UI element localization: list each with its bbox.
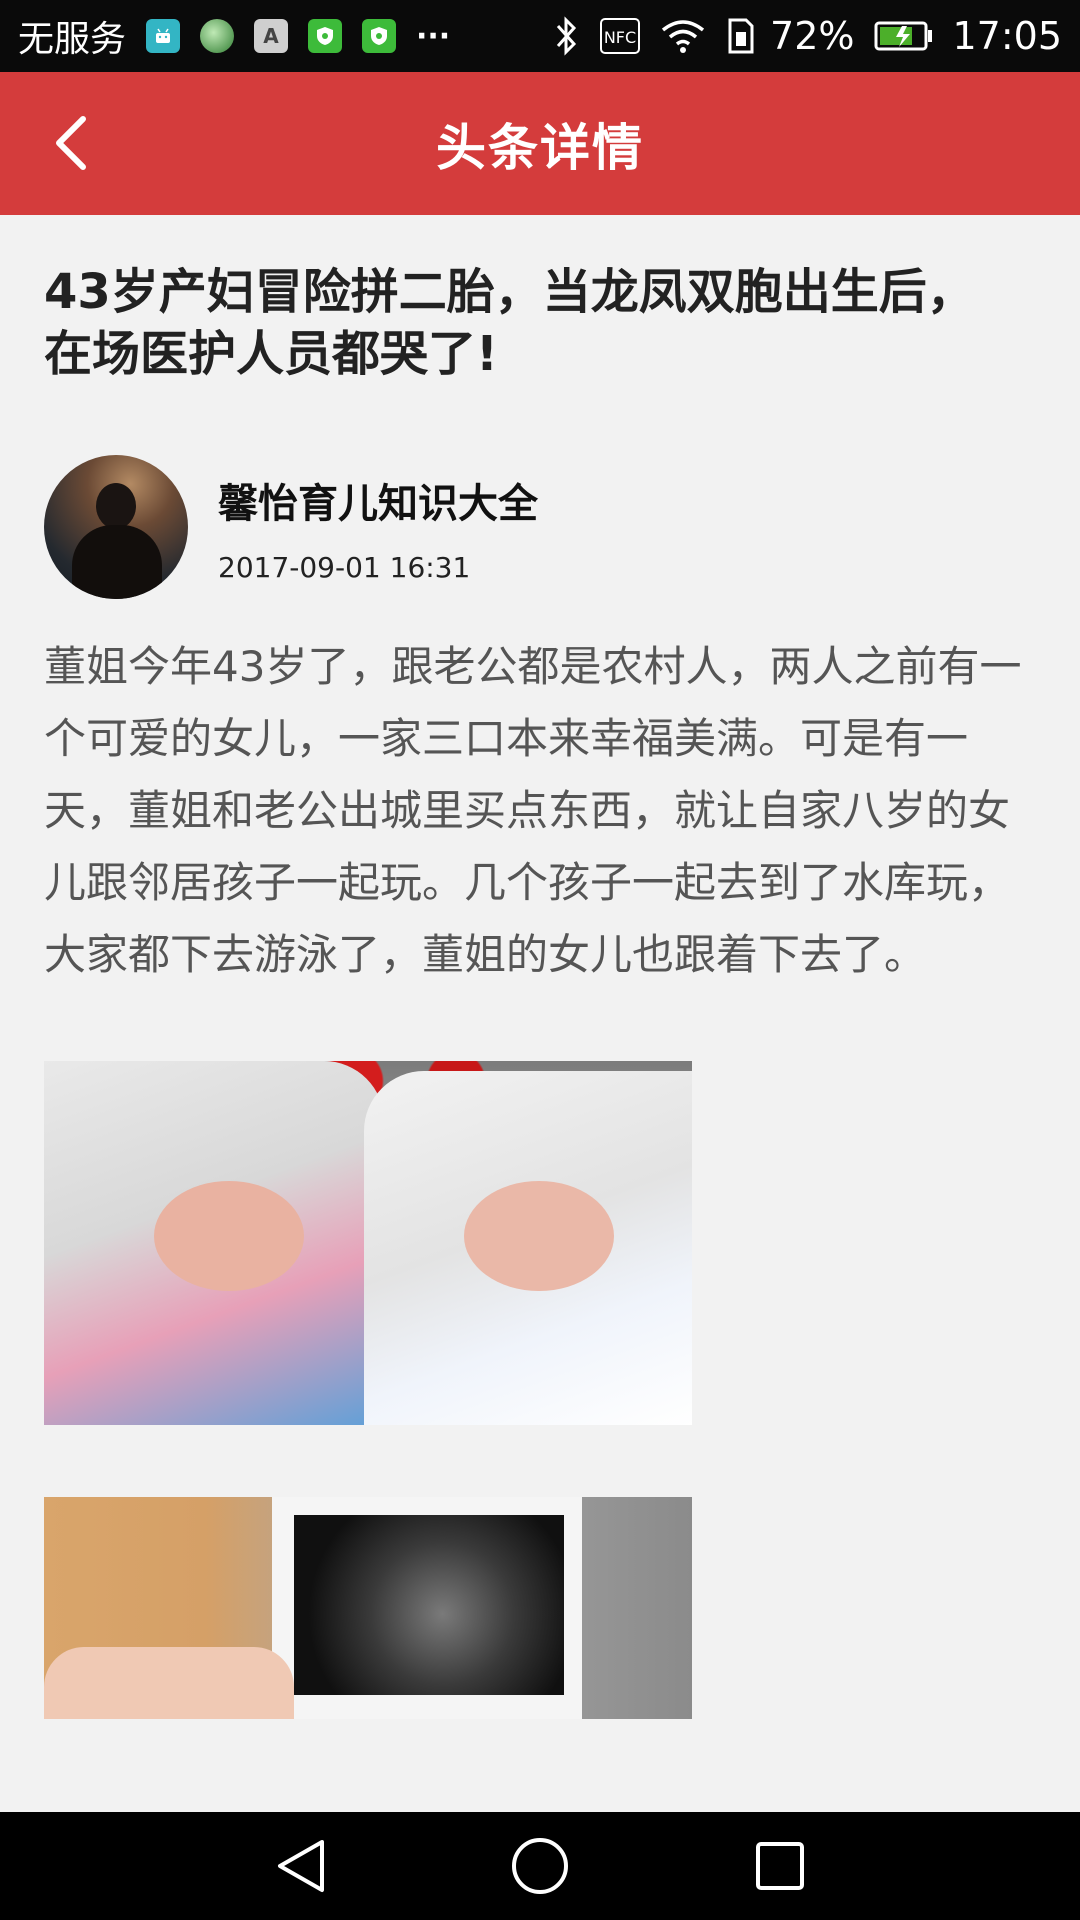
author-name[interactable]: 馨怡育儿知识大全 <box>218 471 538 529</box>
status-right: NFC 72% 17:05 <box>534 14 1062 58</box>
app-header: 头条详情 <box>0 72 1080 215</box>
nav-recents-button[interactable] <box>720 1812 840 1920</box>
article-body: 董姐今年43岁了，跟老公都是农村人，两人之前有一个可爱的女儿，一家三口本来幸福美… <box>44 642 1022 979</box>
android-icon <box>146 19 181 53</box>
shield-icon <box>308 19 343 53</box>
sim-icon <box>726 16 756 56</box>
article-image-twins[interactable] <box>44 1061 692 1425</box>
avatar-body-shape <box>72 525 162 599</box>
nav-back-button[interactable] <box>240 1812 360 1920</box>
shield-icon <box>362 19 397 53</box>
globe-icon <box>200 19 235 53</box>
article-title: 43岁产妇冒险拼二胎，当龙凤双胞出生后，在场医护人员都哭了! <box>44 264 975 382</box>
status-left: 无服务 A ··· <box>18 10 470 62</box>
nav-home-button[interactable] <box>480 1812 600 1920</box>
publish-time: 2017-09-01 16:31 <box>218 550 471 584</box>
image-detail-hand <box>44 1647 294 1719</box>
article-content[interactable]: 43岁产妇冒险拼二胎，当龙凤双胞出生后，在场医护人员都哭了! 馨怡育儿知识大全 … <box>0 215 1080 1812</box>
author-row[interactable]: 馨怡育儿知识大全 2017-09-01 16:31 <box>44 455 1036 599</box>
carrier-label: 无服务 <box>18 19 127 60</box>
avatar-head-shape <box>96 483 136 529</box>
chevron-left-icon <box>56 116 86 170</box>
nfc-icon: NFC <box>600 18 641 54</box>
square-recents-icon <box>756 1842 804 1890</box>
avatar[interactable] <box>44 455 188 599</box>
back-button[interactable] <box>36 108 106 178</box>
more-notifications-icon: ··· <box>416 18 451 54</box>
article-image-ultrasound[interactable] <box>44 1497 692 1719</box>
image-detail-right-face <box>464 1181 614 1291</box>
nfc-label: NFC <box>604 28 636 47</box>
system-nav-bar <box>0 1812 1080 1920</box>
battery-percent: 72% <box>770 14 855 58</box>
status-clock: 17:05 <box>952 14 1062 58</box>
author-meta: 馨怡育儿知识大全 2017-09-01 16:31 <box>218 471 538 584</box>
triangle-back-icon <box>278 1840 324 1892</box>
wifi-icon <box>660 18 706 54</box>
image-detail-left-face <box>154 1181 304 1291</box>
status-bar: 无服务 A ··· NFC 72% 17:05 <box>0 0 1080 72</box>
battery-charging-icon <box>874 20 934 52</box>
a-icon: A <box>254 19 289 53</box>
image-detail-print <box>272 1497 582 1719</box>
page-title: 头条详情 <box>436 118 644 177</box>
circle-home-icon <box>512 1838 568 1894</box>
image-detail-scan <box>294 1515 564 1695</box>
bluetooth-icon <box>554 16 580 56</box>
